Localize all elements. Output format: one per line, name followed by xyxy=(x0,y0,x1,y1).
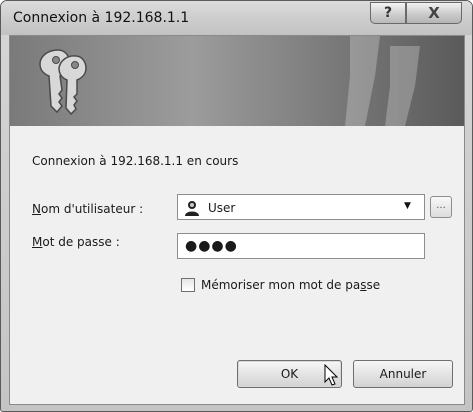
status-message: Connexion à 192.168.1.1 en cours xyxy=(32,154,239,168)
user-icon xyxy=(185,201,199,216)
keys-icon xyxy=(39,49,87,116)
titlebar[interactable]: Connexion à 192.168.1.1 ? X xyxy=(1,1,472,35)
browse-users-button[interactable]: ... xyxy=(430,196,452,218)
password-field[interactable]: ●●●● xyxy=(177,233,425,259)
password-label: Mot de passe : xyxy=(32,235,120,249)
help-button[interactable]: ? xyxy=(370,2,406,24)
remember-password-label[interactable]: Mémoriser mon mot de passe xyxy=(201,278,380,292)
username-label: Nom d'utilisateur : xyxy=(32,202,143,216)
mouse-cursor-icon xyxy=(324,364,339,386)
close-button[interactable]: X xyxy=(406,2,462,24)
chevron-down-icon[interactable]: ▼ xyxy=(404,201,411,211)
banner xyxy=(10,36,464,126)
remember-label-part1: Mémoriser mon mot de pa xyxy=(201,278,361,292)
login-dialog: Connexion à 192.168.1.1 ? X Connexion à … xyxy=(0,0,473,412)
password-value: ●●●● xyxy=(185,238,238,254)
dialog-body: Connexion à 192.168.1.1 en cours Nom d'u… xyxy=(9,35,465,405)
remember-label-part2: se xyxy=(366,278,381,292)
password-label-rest: ot de passe : xyxy=(42,235,120,249)
username-label-accel: N xyxy=(32,202,41,216)
cancel-button[interactable]: Annuler xyxy=(353,360,453,388)
password-label-accel: M xyxy=(32,235,43,249)
username-label-rest: om d'utilisateur : xyxy=(40,202,144,216)
window-title: Connexion à 192.168.1.1 xyxy=(13,10,190,26)
username-value: User xyxy=(208,201,236,215)
remember-password-checkbox[interactable] xyxy=(181,278,195,292)
username-combobox[interactable]: User ▼ xyxy=(177,194,425,220)
keys-watermark-icon xyxy=(345,36,420,126)
